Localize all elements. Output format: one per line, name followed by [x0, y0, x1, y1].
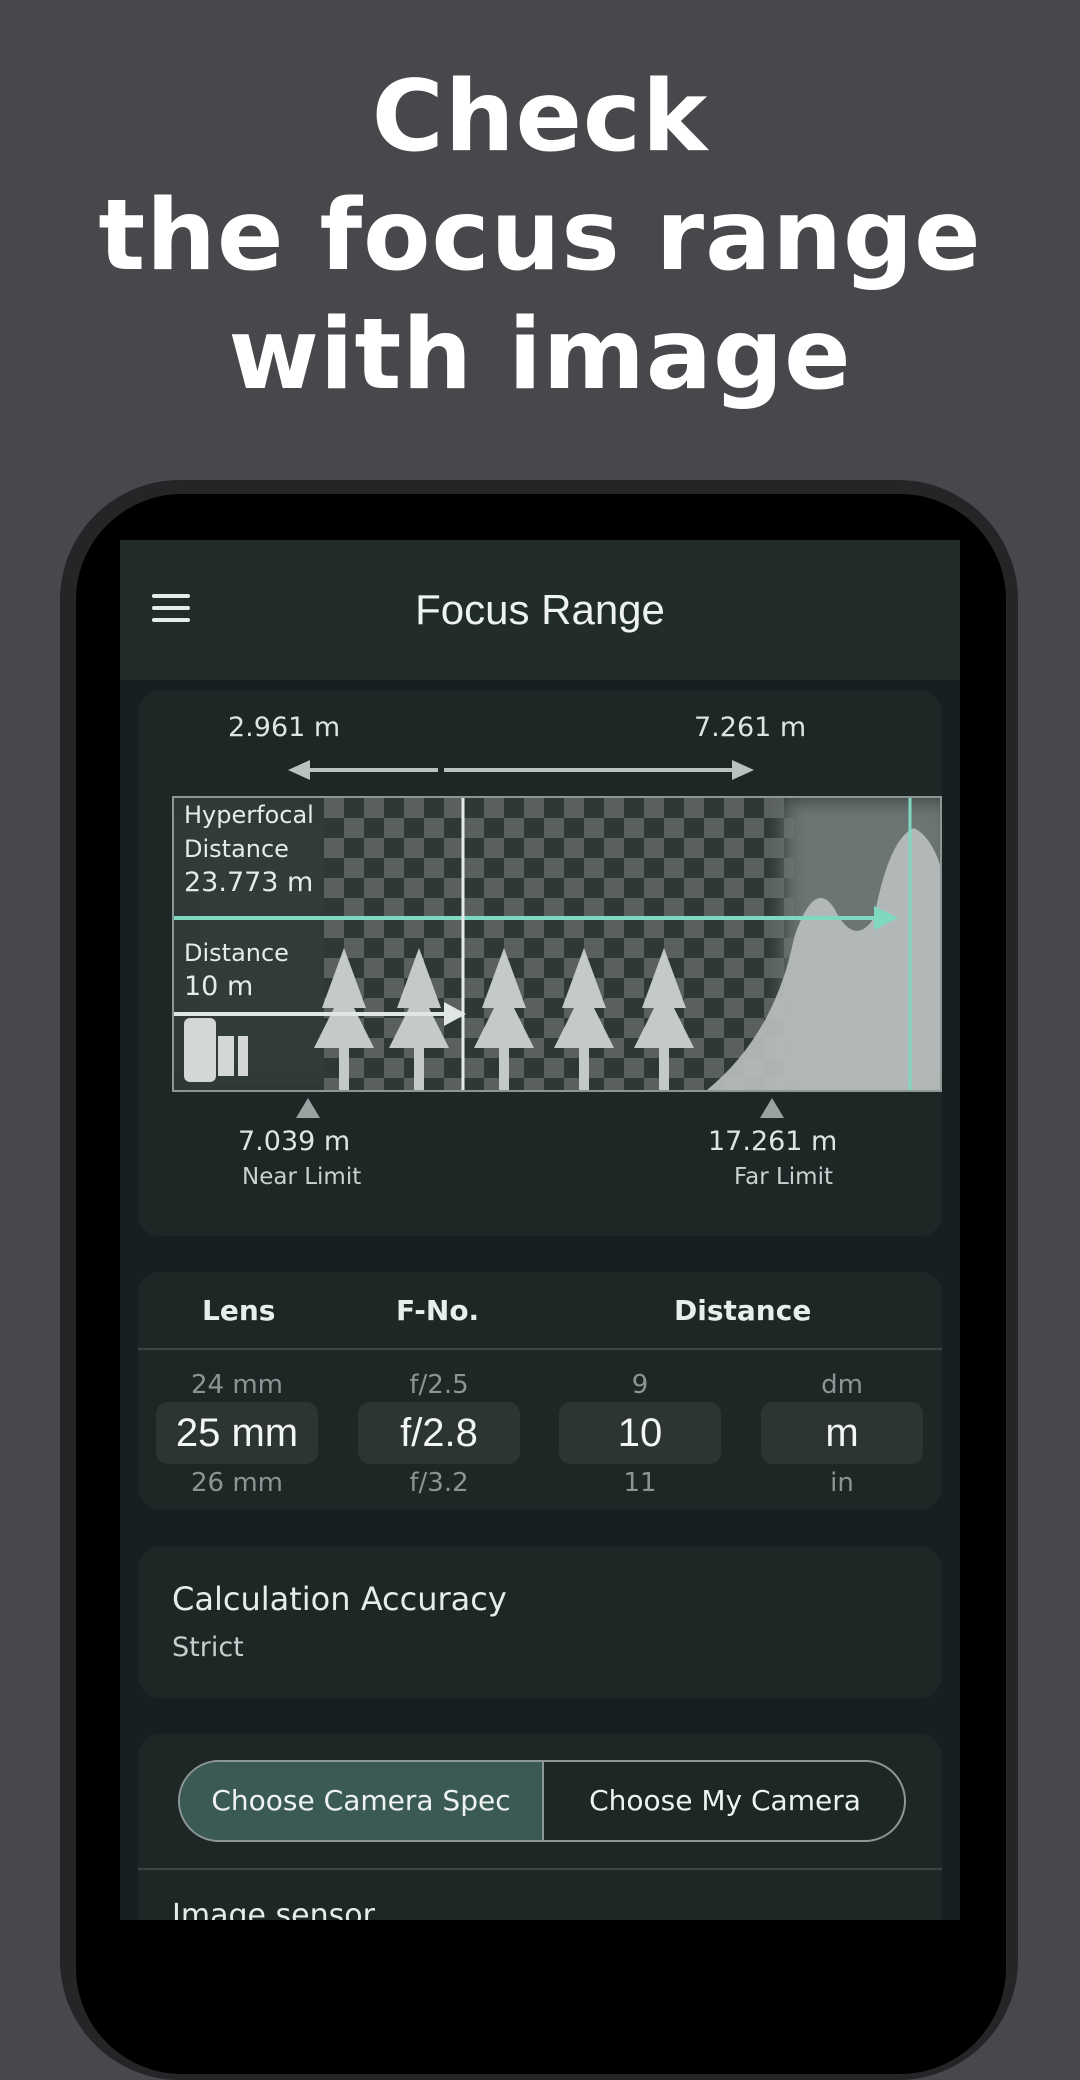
- fno-next[interactable]: f/3.2: [358, 1468, 520, 1498]
- near-limit-label: Near Limit: [242, 1164, 362, 1190]
- promo-headline: Check the focus range with image: [0, 58, 1080, 415]
- far-limit-marker: [760, 1098, 784, 1118]
- focus-range-card: 2.961 m 7.261 m Hyperfocal Distance 23.7…: [138, 690, 942, 1236]
- near-limit-value: 7.039 m: [238, 1126, 351, 1157]
- lens-prev[interactable]: 24 mm: [156, 1370, 318, 1400]
- app-bar: Focus Range: [120, 540, 960, 680]
- distance-label: Distance 10 m: [184, 939, 289, 1002]
- calculation-accuracy-row[interactable]: Calculation Accuracy Strict: [138, 1546, 942, 1698]
- camera-icon: [184, 1018, 248, 1082]
- fno-picker[interactable]: f/2.8: [358, 1402, 520, 1464]
- far-limit-label: Far Limit: [734, 1164, 833, 1190]
- camera-selection-card: Choose Camera Spec Choose My Camera Imag…: [138, 1734, 942, 1920]
- distance-header: Distance: [674, 1294, 812, 1327]
- far-limit-value: 17.261 m: [708, 1126, 838, 1157]
- unit-next[interactable]: in: [761, 1468, 923, 1498]
- distance-picker[interactable]: 10: [559, 1402, 721, 1464]
- choose-camera-spec-button[interactable]: Choose Camera Spec: [180, 1762, 542, 1840]
- distance-next[interactable]: 11: [559, 1468, 721, 1498]
- accuracy-title: Calculation Accuracy: [172, 1580, 507, 1618]
- lens-next[interactable]: 26 mm: [156, 1468, 318, 1498]
- app-screen: Focus Range 2.961 m 7.261 m Hyperfocal D…: [120, 540, 960, 1920]
- choose-my-camera-button[interactable]: Choose My Camera: [544, 1762, 904, 1840]
- picker-divider: [138, 1348, 942, 1350]
- image-sensor-label: Image sensor: [172, 1898, 375, 1920]
- focus-range-arrow: [288, 760, 754, 780]
- lens-header: Lens: [202, 1294, 276, 1327]
- headline-line-2: the focus range: [98, 179, 982, 293]
- near-limit-marker: [296, 1098, 320, 1118]
- lens-picker[interactable]: 25 mm: [156, 1402, 318, 1464]
- camera-mode-toggle: Choose Camera Spec Choose My Camera: [178, 1760, 906, 1842]
- unit-picker[interactable]: m: [761, 1402, 923, 1464]
- depth-of-field-diagram: Hyperfocal Distance 23.773 m Distance 10…: [172, 796, 942, 1092]
- headline-line-3: with image: [228, 298, 852, 412]
- distance-prev[interactable]: 9: [559, 1370, 721, 1400]
- fno-header: F-No.: [396, 1294, 480, 1327]
- camera-divider: [138, 1868, 942, 1870]
- unit-prev[interactable]: dm: [761, 1370, 923, 1400]
- app-title: Focus Range: [415, 586, 665, 633]
- accuracy-value: Strict: [172, 1632, 244, 1663]
- headline-line-1: Check: [371, 60, 709, 174]
- hyperfocal-label: Hyperfocal Distance 23.773 m: [184, 801, 314, 898]
- fno-prev[interactable]: f/2.5: [358, 1370, 520, 1400]
- parameter-picker-card: Lens F-No. Distance 24 mm 25 mm 26 mm f/…: [138, 1272, 942, 1510]
